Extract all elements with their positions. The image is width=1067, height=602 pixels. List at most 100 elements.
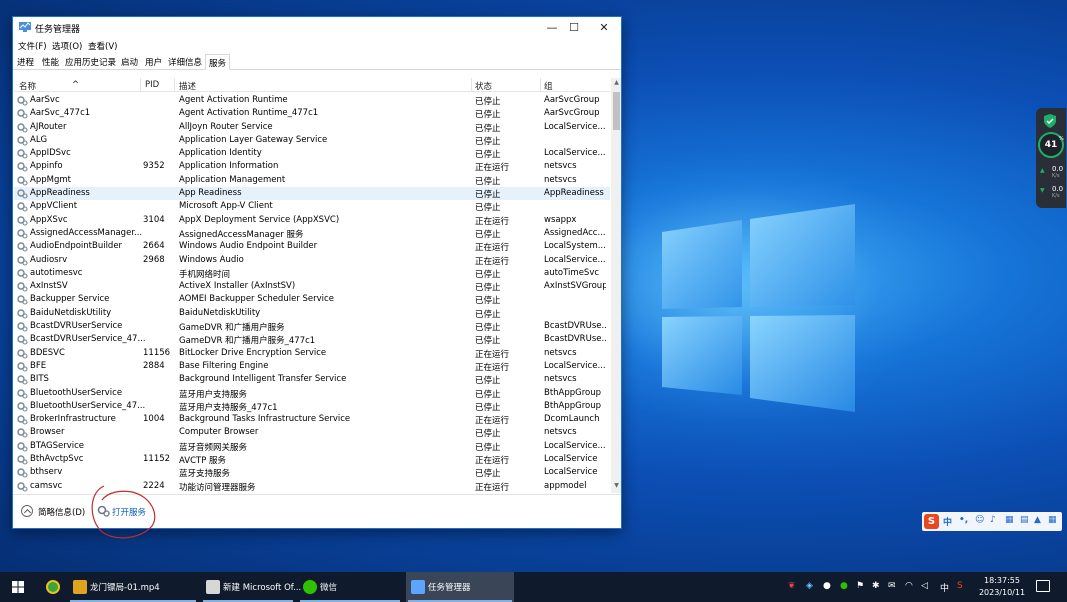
menu-view[interactable]: 查看(V) [88, 40, 117, 52]
table-row[interactable]: BITS Background Intelligent Transfer Serv… [14, 373, 610, 386]
tray-sogou-icon[interactable]: S [957, 581, 963, 591]
service-gear-icon [17, 95, 28, 106]
taskbar-item-word[interactable]: 新建 Microsoft Of... [201, 572, 301, 602]
punctuation-icon[interactable]: •, [959, 515, 968, 525]
tray-bluetooth-icon[interactable]: ✱ [872, 581, 880, 591]
browser-app-icon[interactable] [46, 580, 60, 594]
cell-description: Background Intelligent Transfer Service [179, 374, 347, 385]
cell-group: LocalService... [544, 440, 606, 451]
taskbar-item-wechat[interactable]: 微信 [298, 572, 402, 602]
tab-processes[interactable]: 进程 [17, 56, 34, 68]
table-row[interactable]: Browser Computer Browser 已停止 netsvcs [14, 426, 610, 439]
table-row[interactable]: BaiduNetdiskUtility BaiduNetdiskUtility 已停… [14, 307, 610, 320]
scroll-up-icon[interactable]: ▲ [612, 79, 621, 89]
emoji-icon[interactable]: ☺ [975, 515, 984, 525]
ime-language[interactable]: 中 [943, 515, 952, 528]
column-desc-header[interactable]: 描述 [179, 80, 196, 92]
table-row[interactable]: BTAGService 蓝牙音频网关服务 已停止 LocalService... [14, 440, 610, 453]
column-divider[interactable] [471, 78, 472, 92]
service-gear-icon [17, 361, 28, 372]
skin-icon[interactable]: ▲ [1034, 515, 1041, 525]
table-row[interactable]: AJRouter AllJoyn Router Service 已停止 LocalSe… [14, 121, 610, 134]
close-button[interactable]: ✕ [588, 17, 620, 38]
service-gear-icon [17, 321, 28, 332]
cell-name: BFE [30, 360, 47, 371]
sogou-logo-icon[interactable]: S [924, 514, 939, 529]
tab-services[interactable]: 服务 [205, 54, 231, 70]
service-gear-icon [17, 161, 28, 173]
table-row[interactable]: AppVClient Microsoft App-V Client 已停止 [14, 200, 610, 213]
scroll-thumb[interactable] [613, 92, 620, 130]
table-row[interactable]: AppXSvc 3104 AppX Deployment Service (AppX… [14, 214, 610, 227]
title-bar[interactable]: 任务管理器 — ☐ ✕ [13, 17, 621, 38]
keyboard-icon[interactable]: ▦ [1005, 515, 1014, 525]
cell-status: 已停止 [475, 296, 501, 307]
table-row[interactable]: Backupper Service AOMEI Backupper Schedul… [14, 293, 610, 306]
tray-wifi-icon[interactable]: ◠ [905, 581, 913, 591]
start-windows-icon[interactable] [12, 581, 24, 593]
table-row[interactable]: Audiosrv 2968 Windows Audio 正在运行 LocalServic… [14, 254, 610, 267]
toolbox-icon[interactable]: ▤ [1020, 515, 1029, 525]
tray-usb-icon[interactable]: ⚑ [856, 581, 864, 591]
tab-performance[interactable]: 性能 [42, 56, 59, 68]
taskbar-clock[interactable]: 18:37:55 2023/10/11 [972, 575, 1032, 599]
table-row[interactable]: AppIDSvc Application Identity 已停止 LocalServ… [14, 147, 610, 160]
table-row[interactable]: ALG Application Layer Gateway Service 已停止 [14, 134, 610, 147]
tray-wechat-icon[interactable]: ● [840, 581, 848, 591]
column-pid-header[interactable]: PID [145, 80, 159, 90]
tab-app-history[interactable]: 应用历史记录 [65, 56, 116, 68]
cell-status: 已停止 [475, 469, 501, 480]
table-row[interactable]: BluetoothUserService_47... 蓝牙用户支持服务_477c1… [14, 400, 610, 413]
table-row[interactable]: BcastDVRUserService_47... GameDVR 和广播用户服务… [14, 333, 610, 346]
table-row[interactable]: AppMgmt Application Management 已停止 netsvcs [14, 174, 610, 187]
maximize-button[interactable]: ☐ [558, 17, 590, 38]
table-row[interactable]: AppReadiness App Readiness 已停止 AppReadiness [14, 187, 610, 201]
tray-chat-icon[interactable]: ● [823, 581, 831, 591]
table-row[interactable]: BDESVC 11156 BitLocker Drive Encryption Se… [14, 347, 610, 360]
notification-icon[interactable] [1036, 580, 1050, 592]
table-row[interactable]: autotimesvc 手机网络时间 已停止 autoTimeSvc [14, 267, 610, 280]
table-row[interactable]: BrokerInfrastructure 1004 Background Tasks… [14, 413, 610, 426]
speed-widget[interactable]: 41 % ▲ 0.0 K/s ▼ 0.0 K/s [1036, 108, 1066, 208]
table-row[interactable]: Appinfo 9352 Application Information 正在运行 ne… [14, 160, 610, 173]
table-row[interactable]: BcastDVRUserService GameDVR 和广播用户服务 已停止 Bca… [14, 320, 610, 333]
vertical-scrollbar[interactable]: ▲ ▼ [611, 78, 621, 493]
menu-options[interactable]: 选项(O) [52, 40, 82, 52]
table-row[interactable]: AarSvc Agent Activation Runtime 已停止 AarSvcG… [14, 94, 610, 107]
cell-name: BluetoothUserService_47... [30, 400, 146, 411]
tray-language[interactable]: 中 [940, 581, 949, 594]
tab-startup[interactable]: 启动 [121, 56, 138, 68]
menu-grid-icon[interactable]: ▦ [1048, 515, 1057, 525]
tray-app-icon[interactable]: ❦ [788, 581, 796, 591]
taskbar-item-video[interactable]: 龙门镖局-01.mp4 [68, 572, 198, 602]
cell-group: LocalService [544, 467, 598, 478]
tray-volume-icon[interactable]: ◁ [921, 581, 928, 591]
cell-name: AxInstSV [30, 281, 68, 292]
menu-file[interactable]: 文件(F) [18, 40, 47, 52]
table-row[interactable]: AarSvc_477c1 Agent Activation Runtime_477… [14, 107, 610, 120]
table-row[interactable]: AssignedAccessManager... AssignedAccessMa… [14, 227, 610, 240]
table-row[interactable]: AxInstSV ActiveX Installer (AxInstSV) 已停止 A… [14, 280, 610, 293]
column-name-header[interactable]: 名称 [19, 80, 36, 92]
collapse-icon[interactable] [21, 505, 33, 517]
scroll-down-icon[interactable]: ▼ [612, 482, 621, 492]
column-divider[interactable] [174, 78, 175, 92]
tray-shield-icon[interactable]: ◈ [806, 581, 813, 591]
column-group-header[interactable]: 组 [544, 80, 553, 92]
cell-status: 已停止 [475, 150, 501, 161]
column-status-header[interactable]: 状态 [475, 80, 492, 92]
column-divider[interactable] [140, 78, 141, 92]
table-row[interactable]: BthAvctpSvc 11152 AVCTP 服务 正在运行 LocalService [14, 453, 610, 466]
sort-up-icon: ^ [72, 80, 80, 90]
tab-details[interactable]: 详细信息 [168, 56, 202, 68]
voice-icon[interactable]: ♪ [990, 515, 996, 525]
tab-users[interactable]: 用户 [145, 56, 162, 68]
ime-toolbar[interactable]: S 中 •, ☺ ♪ ▦ ▤ ▲ ▦ [922, 512, 1062, 531]
table-row[interactable]: BluetoothUserService 蓝牙用户支持服务 已停止 BthAppGro… [14, 387, 610, 400]
table-row[interactable]: BFE 2884 Base Filtering Engine 正在运行 LocalSer… [14, 360, 610, 373]
fewer-details-button[interactable]: 简略信息(D) [38, 506, 85, 518]
table-row[interactable]: AudioEndpointBuilder 2664 Windows Audio En… [14, 240, 610, 253]
taskbar-item-task-manager[interactable]: 任务管理器 [406, 572, 514, 602]
column-divider[interactable] [540, 78, 541, 92]
tray-mail-icon[interactable]: ✉ [888, 581, 896, 591]
